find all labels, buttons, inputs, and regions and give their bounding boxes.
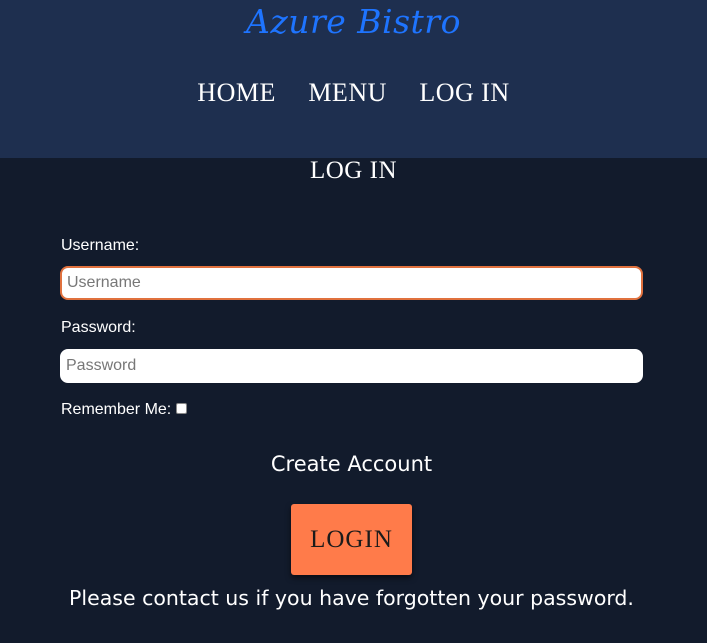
login-button[interactable]: LOGIN: [291, 504, 412, 575]
page-title: LOG IN: [309, 157, 397, 184]
forgot-password-note: Please contact us if you have forgotten …: [69, 586, 634, 610]
brand-logo[interactable]: Azure Bistro: [0, 2, 707, 41]
nav-login-link[interactable]: LOG IN: [419, 78, 509, 108]
site-header: Azure Bistro HOME MENU LOG IN: [0, 0, 707, 158]
username-label: Username:: [61, 237, 140, 254]
remember-me-checkbox[interactable]: [176, 403, 187, 414]
nav-home-link[interactable]: HOME: [197, 78, 276, 108]
password-label: Password:: [61, 319, 136, 336]
main-nav: HOME MENU LOG IN: [0, 78, 707, 108]
nav-menu-link[interactable]: MENU: [308, 78, 387, 108]
username-input[interactable]: [60, 266, 643, 300]
create-account-link[interactable]: Create Account: [0, 452, 703, 476]
remember-me-label: Remember Me:: [61, 401, 172, 418]
password-input[interactable]: [60, 349, 643, 383]
